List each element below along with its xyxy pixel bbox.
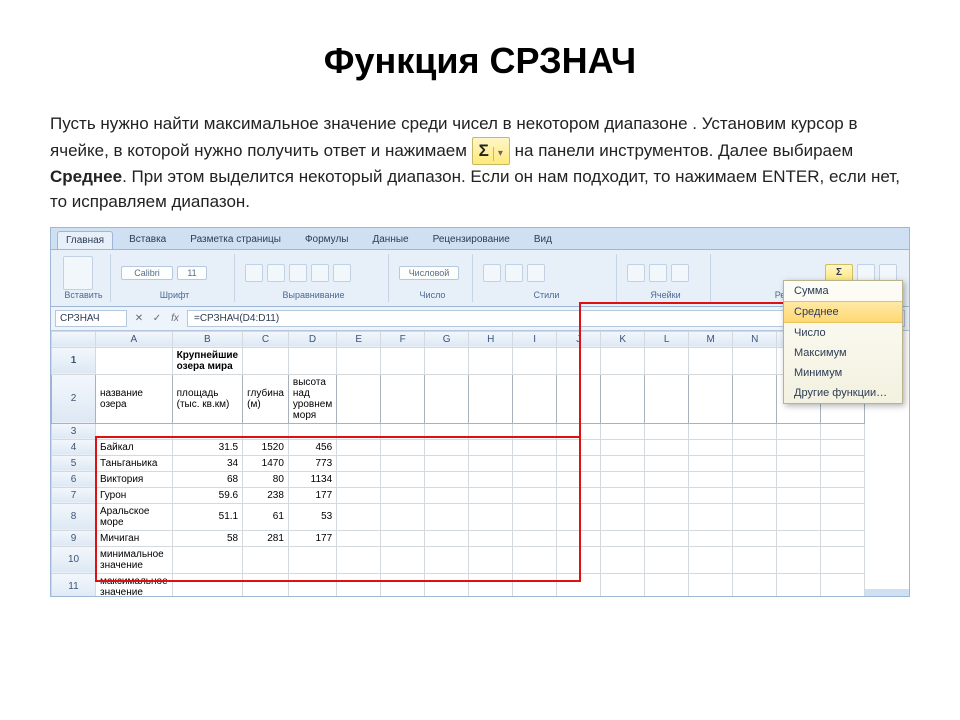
- tab-view[interactable]: Вид: [526, 231, 560, 249]
- menu-item-count[interactable]: Число: [784, 323, 902, 343]
- cond-format-icon[interactable]: [483, 264, 501, 282]
- menu-item-more[interactable]: Другие функции…: [784, 383, 902, 403]
- format-cells-icon[interactable]: [671, 264, 689, 282]
- tab-formulas[interactable]: Формулы: [297, 231, 357, 249]
- menu-item-sum[interactable]: Сумма: [784, 281, 902, 301]
- sigma-button-inline: Σ▾: [472, 137, 510, 166]
- format-table-icon[interactable]: [505, 264, 523, 282]
- tab-page-layout[interactable]: Разметка страницы: [182, 231, 289, 249]
- wrap-text-icon[interactable]: [311, 264, 329, 282]
- menu-item-min[interactable]: Минимум: [784, 363, 902, 383]
- cell-styles-icon[interactable]: [527, 264, 545, 282]
- fx-icon[interactable]: fx: [167, 313, 183, 324]
- fx-enter-icon[interactable]: ✓: [149, 313, 165, 324]
- paste-button[interactable]: [63, 256, 93, 290]
- tab-data[interactable]: Данные: [364, 231, 416, 249]
- worksheet-grid[interactable]: ABCDEFGHIJKLMNOP1Крупнейшие озера мира2н…: [51, 331, 909, 589]
- excel-screenshot: Главная Вставка Разметка страницы Формул…: [50, 227, 910, 597]
- font-name-select[interactable]: Calibri: [121, 266, 173, 280]
- autosum-menu: Сумма Среднее Число Максимум Минимум Дру…: [783, 280, 903, 404]
- name-box[interactable]: СРЗНАЧ: [55, 310, 127, 327]
- menu-item-average[interactable]: Среднее: [784, 301, 902, 323]
- tab-home[interactable]: Главная: [57, 231, 113, 249]
- font-size-select[interactable]: 11: [177, 266, 207, 280]
- menu-item-max[interactable]: Максимум: [784, 343, 902, 363]
- page-title: Функция СРЗНАЧ: [50, 40, 910, 82]
- tab-insert[interactable]: Вставка: [121, 231, 174, 249]
- formula-bar: СРЗНАЧ ✕ ✓ fx =СРЗНАЧ(D4:D11): [51, 307, 909, 331]
- insert-cells-icon[interactable]: [627, 264, 645, 282]
- align-left-icon[interactable]: [245, 264, 263, 282]
- merge-icon[interactable]: [333, 264, 351, 282]
- tab-review[interactable]: Рецензирование: [425, 231, 518, 249]
- description: Пусть нужно найти максимальное значение …: [50, 112, 910, 215]
- align-right-icon[interactable]: [289, 264, 307, 282]
- align-center-icon[interactable]: [267, 264, 285, 282]
- ribbon-tabs: Главная Вставка Разметка страницы Формул…: [51, 228, 909, 249]
- delete-cells-icon[interactable]: [649, 264, 667, 282]
- fx-cancel-icon[interactable]: ✕: [131, 313, 147, 324]
- number-format-select[interactable]: Числовой: [399, 266, 459, 280]
- ribbon-body: Вставить Calibri 11 Шрифт Выравнивание Ч…: [51, 249, 909, 307]
